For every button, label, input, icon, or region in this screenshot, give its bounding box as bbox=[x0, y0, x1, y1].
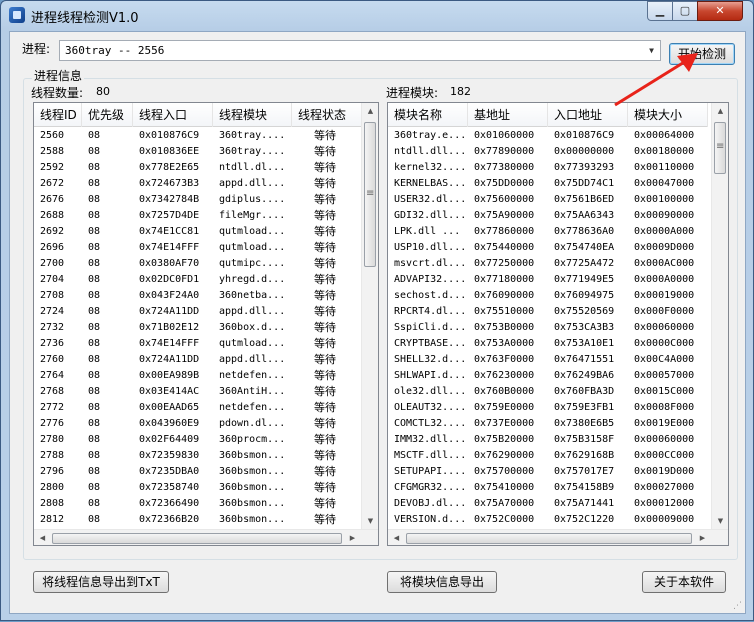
annotation-arrow bbox=[614, 53, 698, 107]
main-window: 进程线程检测V1.0 ▁ ▢ ✕ 进程: 360tray -- 2556 ▼ 开… bbox=[0, 0, 754, 621]
